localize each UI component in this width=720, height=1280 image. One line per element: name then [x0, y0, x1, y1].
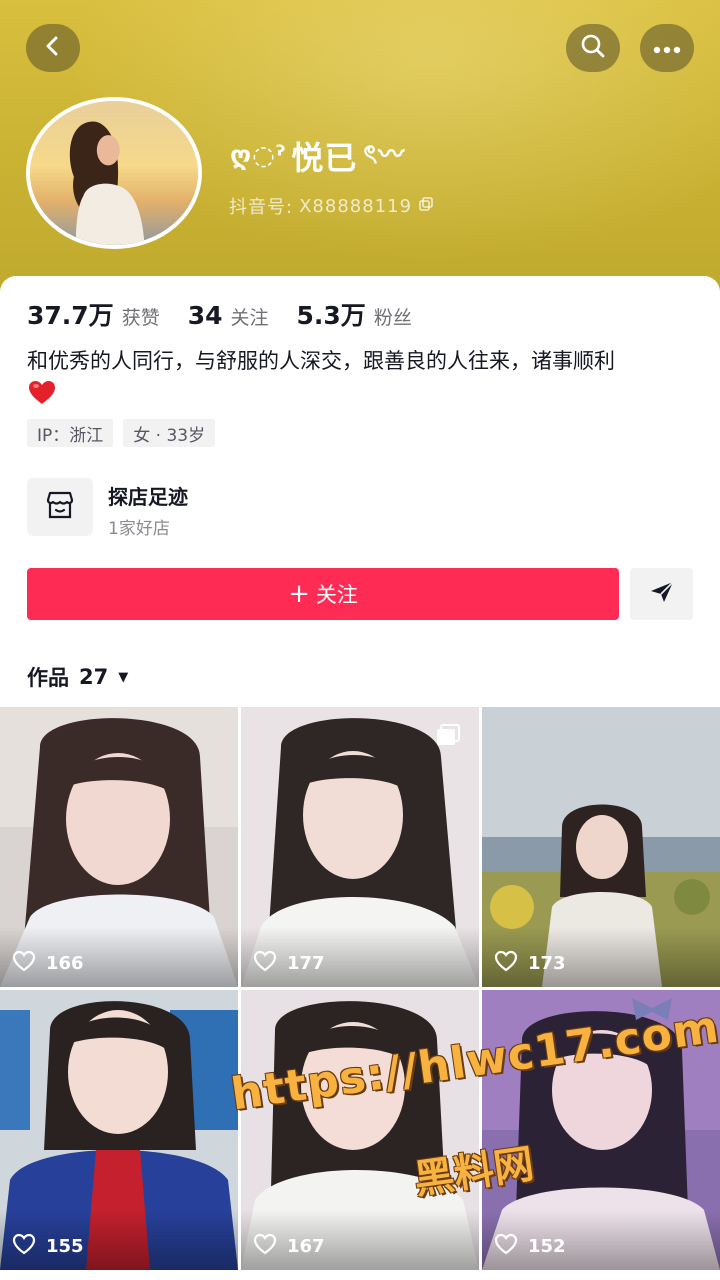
tag-ip: IP：浙江 [27, 419, 114, 447]
like-number: 166 [46, 953, 84, 974]
search-button[interactable] [566, 24, 620, 72]
nickname: ღ◌ˀ 悦已 ৎ〰 [230, 133, 405, 179]
like-count: 152 [494, 1233, 566, 1260]
stat-likes[interactable]: 37.7万 获赞 [27, 296, 160, 332]
heart-outline-icon [494, 1233, 518, 1260]
tag-row: IP：浙江 女 · 33岁 [27, 419, 216, 447]
heart-outline-icon [12, 1233, 36, 1260]
works-count: 27 [79, 665, 109, 689]
plus-icon: + [288, 579, 310, 609]
video-tile[interactable]: 155 [0, 990, 238, 1270]
stat-following-value: 34 [187, 301, 223, 330]
works-tab[interactable]: 作品 27 ▼ [27, 662, 128, 692]
stat-followers[interactable]: 5.3万 粉丝 [297, 296, 412, 332]
works-label: 作品 [27, 666, 69, 690]
stat-likes-label: 获赞 [121, 307, 160, 329]
like-number: 167 [287, 1236, 325, 1257]
video-tile[interactable]: 166 [0, 707, 238, 987]
stat-followers-label: 粉丝 [373, 307, 412, 329]
more-button[interactable] [640, 24, 694, 72]
stat-likes-value: 37.7万 [27, 301, 114, 330]
douyin-id-value: X88888119 [299, 195, 413, 217]
heart-outline-icon [253, 1233, 277, 1260]
follow-button[interactable]: + 关注 [27, 568, 619, 620]
nickname-suffix: ৎ〰 [363, 140, 406, 170]
send-icon [649, 580, 675, 608]
like-number: 152 [528, 1236, 566, 1257]
share-button[interactable] [630, 568, 693, 620]
stat-followers-value: 5.3万 [296, 301, 366, 330]
like-count: 155 [12, 1233, 84, 1260]
follow-label: 关注 [315, 583, 358, 607]
red-heart-icon [28, 380, 56, 406]
store-icon [44, 490, 76, 524]
back-button[interactable] [26, 24, 80, 72]
video-tile[interactable]: 167 [241, 990, 479, 1270]
works-grid: 166 177 173 155 167 152 [0, 707, 720, 1280]
like-number: 155 [46, 1236, 84, 1257]
douyin-id-label: 抖音号: [229, 197, 294, 218]
heart-outline-icon [253, 950, 277, 977]
like-count: 167 [253, 1233, 325, 1260]
store-title[interactable]: 探店足迹 [108, 481, 188, 510]
bio-text: 和优秀的人同行，与舒服的人深交，跟善良的人往来，诸事顺利 [27, 349, 615, 373]
like-count: 166 [12, 950, 84, 977]
multi-image-icon [435, 723, 461, 751]
store-subtitle: 1家好店 [108, 519, 170, 539]
douyin-id[interactable]: 抖音号: X88888119 [229, 193, 434, 219]
like-count: 173 [494, 950, 566, 977]
heart-outline-icon [494, 950, 518, 977]
store-entry[interactable] [27, 478, 93, 536]
video-tile[interactable]: 173 [482, 707, 720, 987]
caret-down-icon: ▼ [118, 669, 129, 685]
chevron-left-icon [42, 35, 64, 61]
nickname-prefix: ღ◌ˀ [230, 141, 286, 171]
avatar[interactable] [26, 97, 202, 249]
stats-row: 37.7万 获赞 34 关注 5.3万 粉丝 [27, 296, 440, 332]
search-icon [580, 33, 606, 63]
stat-following[interactable]: 34 关注 [188, 301, 269, 330]
heart-outline-icon [12, 950, 36, 977]
video-tile[interactable]: 177 [241, 707, 479, 987]
nickname-text: 悦已 [291, 139, 358, 177]
tag-gender-age: 女 · 33岁 [123, 419, 216, 447]
like-number: 177 [287, 953, 325, 974]
stat-following-label: 关注 [230, 307, 269, 329]
like-number: 173 [528, 953, 566, 974]
copy-icon[interactable] [418, 196, 434, 217]
like-count: 177 [253, 950, 325, 977]
more-icon [653, 39, 681, 58]
